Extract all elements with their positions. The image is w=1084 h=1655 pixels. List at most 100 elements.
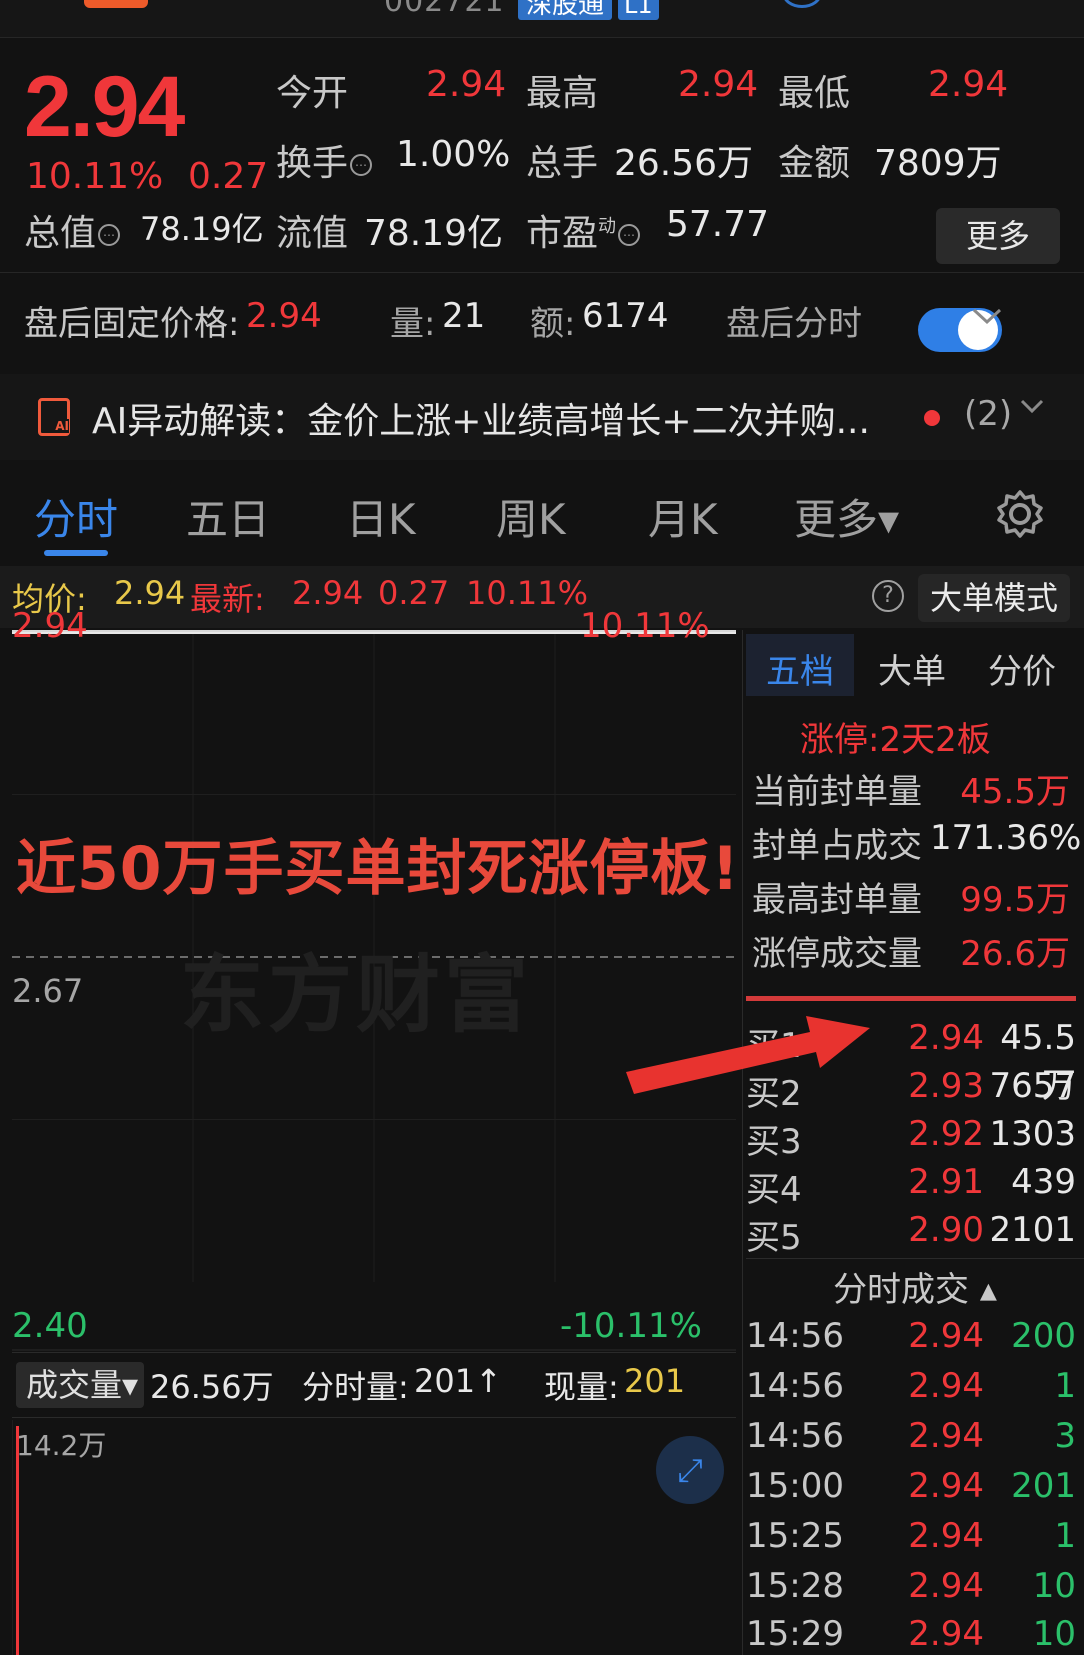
chevron-down-icon[interactable] xyxy=(1020,398,1044,414)
tab-intraday[interactable]: 分时 xyxy=(34,486,118,547)
tick-trades-header[interactable]: 分时成交 ▴ xyxy=(746,1258,1084,1320)
tick-price: 2.94 xyxy=(908,1316,984,1356)
bid-label: 买5 xyxy=(746,1218,802,1258)
tab-weekly-k[interactable]: 周K xyxy=(496,486,566,547)
bid-price: 2.94 xyxy=(908,1018,984,1058)
bid-volume: 1303 xyxy=(989,1114,1076,1154)
top-header-strip: 002721 深股通 L1 xyxy=(0,0,1084,38)
stat-label: 当前封单量 xyxy=(752,772,922,812)
volume-bar xyxy=(16,1426,19,1655)
bid-price: 2.91 xyxy=(908,1162,984,1202)
ah-amt-label: 额: xyxy=(530,304,576,344)
stat-value: 171.36% xyxy=(930,818,1082,858)
tick-price: 2.94 xyxy=(908,1416,984,1456)
amount-value: 7809万 xyxy=(874,143,1002,184)
bid-price: 2.92 xyxy=(908,1114,984,1154)
ai-insight-text[interactable]: AI异动解读：金价上涨+业绩高增长+二次并购... xyxy=(92,392,870,444)
y-axis-mid-label: 2.67 xyxy=(12,972,84,1010)
turnover-info-icon[interactable]: ⋯ xyxy=(350,154,373,176)
divider xyxy=(0,272,1084,273)
latest-label: 最新: xyxy=(190,580,265,618)
now-vol-value: 201 xyxy=(624,1362,686,1400)
ah-toggle-label: 盘后分时 xyxy=(726,304,862,344)
bid-label: 买4 xyxy=(746,1170,802,1210)
amount-label: 金额 xyxy=(778,143,851,184)
tick-price: 2.94 xyxy=(908,1466,984,1506)
bid-price: 2.90 xyxy=(908,1210,984,1250)
pct-axis-bottom-label: -10.11% xyxy=(560,1306,702,1346)
watermark: 东方财富 xyxy=(180,946,533,1044)
tab-five-level[interactable]: 五档 xyxy=(766,644,834,693)
bid-volume: 2101 xyxy=(989,1210,1076,1250)
tick-time: 15:00 xyxy=(746,1466,844,1506)
stat-label: 封单占成交 xyxy=(752,826,922,866)
tick-time: 14:56 xyxy=(746,1316,844,1356)
open-value: 2.94 xyxy=(426,64,507,105)
tick-price: 2.94 xyxy=(908,1516,984,1556)
avg-value: 2.94 xyxy=(114,574,186,612)
tick-time: 15:28 xyxy=(746,1566,844,1606)
bid-label: 买3 xyxy=(746,1122,802,1162)
tick-volume: 200 xyxy=(1011,1316,1076,1356)
gear-icon[interactable] xyxy=(994,488,1046,540)
mktcap-info-icon[interactable]: ⋯ xyxy=(98,224,121,246)
tick-price: 2.94 xyxy=(908,1566,984,1606)
high-value: 2.94 xyxy=(678,64,759,105)
volume-indicator-button[interactable]: 成交量▾ xyxy=(16,1362,144,1408)
tab-price-dist[interactable]: 分价 xyxy=(988,644,1056,693)
expand-icon[interactable]: ⤢ xyxy=(656,1436,724,1504)
current-price: 2.94 xyxy=(24,59,185,155)
stat-value: 26.6万 xyxy=(960,934,1070,974)
tab-big-order[interactable]: 大单 xyxy=(878,644,946,693)
tick-price: 2.94 xyxy=(908,1614,984,1654)
stock-code: 002721 xyxy=(384,0,505,19)
low-label: 最低 xyxy=(778,73,851,114)
mktcap-value: 78.19亿 xyxy=(140,210,264,248)
tick-time: 15:29 xyxy=(746,1614,844,1654)
stat-value: 45.5万 xyxy=(960,772,1070,812)
tick-volume: 1 xyxy=(1054,1366,1076,1406)
big-order-mode-button[interactable]: 大单模式 xyxy=(918,574,1070,622)
connect-badge: 深股通 xyxy=(518,0,613,20)
tab-daily-k[interactable]: 日K xyxy=(346,486,416,547)
tick-vol-label: 分时量: xyxy=(302,1368,409,1406)
tab-five-day[interactable]: 五日 xyxy=(186,486,270,547)
open-label: 今开 xyxy=(276,73,349,114)
limit-divider xyxy=(746,996,1076,1001)
latest-change: 0.27 xyxy=(378,574,450,612)
level-badge: L1 xyxy=(618,0,659,20)
header-action-icon[interactable] xyxy=(782,0,822,8)
ah-price-label: 盘后固定价格: xyxy=(24,304,240,344)
y-axis-bottom-label: 2.40 xyxy=(12,1306,88,1346)
limit-up-status: 涨停:2天2板 xyxy=(800,720,991,760)
annotation-text: 近50万手买单封死涨停板! xyxy=(16,834,740,904)
ai-report-icon: AI xyxy=(38,398,70,436)
bid-price: 2.93 xyxy=(908,1066,984,1106)
help-icon[interactable]: ? xyxy=(872,580,904,612)
app-logo[interactable] xyxy=(84,0,148,8)
ah-vol-value: 21 xyxy=(442,296,486,336)
more-button[interactable]: 更多 xyxy=(936,208,1060,264)
tab-more[interactable]: 更多▾ xyxy=(794,486,899,547)
volume-chart xyxy=(12,1420,19,1655)
stat-value: 99.5万 xyxy=(960,880,1070,920)
change-percent: 10.11% xyxy=(26,156,164,197)
pe-info-icon[interactable]: ⋯ xyxy=(618,224,641,246)
tick-volume: 10 xyxy=(1032,1566,1076,1606)
tick-time: 14:56 xyxy=(746,1366,844,1406)
tick-volume: 201 xyxy=(1011,1466,1076,1506)
tab-monthly-k[interactable]: 月K xyxy=(648,486,718,547)
ah-amt-value: 6174 xyxy=(582,296,669,336)
volume-label: 总手 xyxy=(526,143,599,184)
stat-label: 涨停成交量 xyxy=(752,934,922,974)
float-value: 78.19亿 xyxy=(364,213,504,254)
tick-volume: 10 xyxy=(1032,1614,1076,1654)
unread-dot-icon xyxy=(924,410,940,426)
high-label: 最高 xyxy=(526,73,599,114)
low-value: 2.94 xyxy=(928,64,1009,105)
turnover-value: 1.00% xyxy=(396,134,511,175)
ah-price-value: 2.94 xyxy=(246,296,322,336)
tick-price: 2.94 xyxy=(908,1366,984,1406)
change-value: 0.27 xyxy=(188,156,269,197)
chevron-down-icon[interactable] xyxy=(972,306,1002,326)
